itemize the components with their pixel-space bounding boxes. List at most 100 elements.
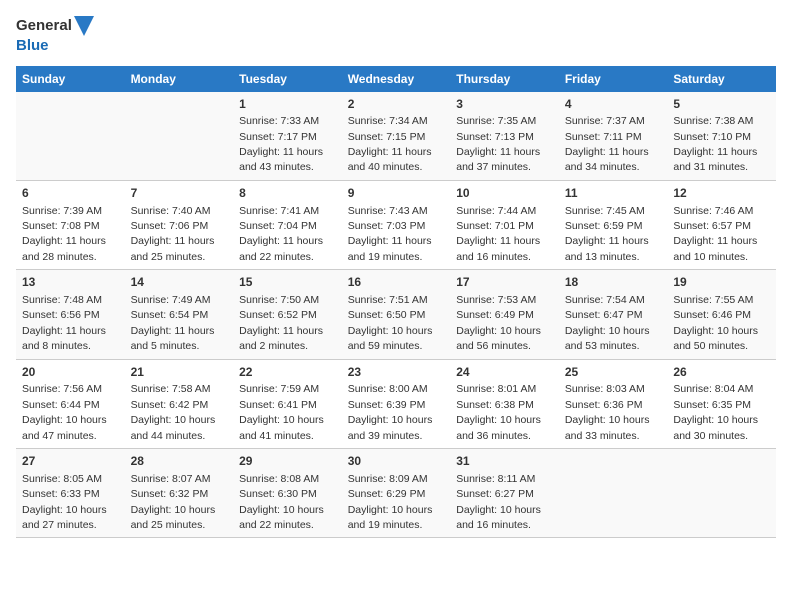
day-detail: Sunrise: 7:44 AM Sunset: 7:01 PM Dayligh…	[456, 205, 540, 263]
day-cell: 10 Sunrise: 7:44 AM Sunset: 7:01 PM Dayli…	[450, 180, 559, 269]
day-number: 21	[131, 364, 228, 381]
day-number: 18	[565, 274, 662, 291]
day-detail: Sunrise: 7:41 AM Sunset: 7:04 PM Dayligh…	[239, 205, 323, 263]
day-number: 30	[348, 453, 445, 470]
day-cell: 21 Sunrise: 7:58 AM Sunset: 6:42 PM Dayli…	[125, 359, 234, 448]
day-cell	[559, 448, 668, 537]
day-detail: Sunrise: 7:33 AM Sunset: 7:17 PM Dayligh…	[239, 115, 323, 173]
day-detail: Sunrise: 7:50 AM Sunset: 6:52 PM Dayligh…	[239, 294, 323, 352]
day-number: 3	[456, 96, 553, 113]
day-detail: Sunrise: 7:58 AM Sunset: 6:42 PM Dayligh…	[131, 383, 216, 441]
day-number: 24	[456, 364, 553, 381]
day-number: 22	[239, 364, 336, 381]
day-detail: Sunrise: 7:34 AM Sunset: 7:15 PM Dayligh…	[348, 115, 432, 173]
day-number: 6	[22, 185, 119, 202]
day-detail: Sunrise: 8:03 AM Sunset: 6:36 PM Dayligh…	[565, 383, 650, 441]
day-detail: Sunrise: 8:05 AM Sunset: 6:33 PM Dayligh…	[22, 473, 107, 531]
day-number: 12	[673, 185, 770, 202]
day-cell: 16Sunrise: 7:51 AM Sunset: 6:50 PM Dayli…	[342, 270, 451, 359]
week-row: 6 Sunrise: 7:39 AM Sunset: 7:08 PM Daylig…	[16, 180, 776, 269]
day-number: 20	[22, 364, 119, 381]
day-cell: 29Sunrise: 8:08 AM Sunset: 6:30 PM Dayli…	[233, 448, 342, 537]
header-row: SundayMondayTuesdayWednesdayThursdayFrid…	[16, 66, 776, 92]
day-detail: Sunrise: 7:54 AM Sunset: 6:47 PM Dayligh…	[565, 294, 650, 352]
day-cell: 7 Sunrise: 7:40 AM Sunset: 7:06 PM Daylig…	[125, 180, 234, 269]
header-friday: Friday	[559, 66, 668, 92]
day-cell: 15 Sunrise: 7:50 AM Sunset: 6:52 PM Dayli…	[233, 270, 342, 359]
day-cell: 19 Sunrise: 7:55 AM Sunset: 6:46 PM Dayli…	[667, 270, 776, 359]
day-number: 15	[239, 274, 336, 291]
day-number: 1	[239, 96, 336, 113]
week-row: 13 Sunrise: 7:48 AM Sunset: 6:56 PM Dayli…	[16, 270, 776, 359]
day-detail: Sunrise: 7:59 AM Sunset: 6:41 PM Dayligh…	[239, 383, 324, 441]
day-number: 25	[565, 364, 662, 381]
day-number: 9	[348, 185, 445, 202]
day-cell: 31Sunrise: 8:11 AM Sunset: 6:27 PM Dayli…	[450, 448, 559, 537]
header-thursday: Thursday	[450, 66, 559, 92]
day-cell: 12Sunrise: 7:46 AM Sunset: 6:57 PM Dayli…	[667, 180, 776, 269]
day-cell: 6 Sunrise: 7:39 AM Sunset: 7:08 PM Daylig…	[16, 180, 125, 269]
day-detail: Sunrise: 8:01 AM Sunset: 6:38 PM Dayligh…	[456, 383, 541, 441]
day-cell: 13 Sunrise: 7:48 AM Sunset: 6:56 PM Dayli…	[16, 270, 125, 359]
header-sunday: Sunday	[16, 66, 125, 92]
day-cell: 17Sunrise: 7:53 AM Sunset: 6:49 PM Dayli…	[450, 270, 559, 359]
header-tuesday: Tuesday	[233, 66, 342, 92]
day-detail: Sunrise: 8:00 AM Sunset: 6:39 PM Dayligh…	[348, 383, 433, 441]
day-cell: 3Sunrise: 7:35 AM Sunset: 7:13 PM Daylig…	[450, 92, 559, 181]
week-row: 20 Sunrise: 7:56 AM Sunset: 6:44 PM Dayli…	[16, 359, 776, 448]
day-number: 2	[348, 96, 445, 113]
day-detail: Sunrise: 7:53 AM Sunset: 6:49 PM Dayligh…	[456, 294, 541, 352]
week-row: 27 Sunrise: 8:05 AM Sunset: 6:33 PM Dayli…	[16, 448, 776, 537]
day-number: 7	[131, 185, 228, 202]
page-header: General Blue	[16, 16, 776, 56]
day-cell: 20 Sunrise: 7:56 AM Sunset: 6:44 PM Dayli…	[16, 359, 125, 448]
header-monday: Monday	[125, 66, 234, 92]
day-number: 28	[131, 453, 228, 470]
day-cell: 8Sunrise: 7:41 AM Sunset: 7:04 PM Daylig…	[233, 180, 342, 269]
day-number: 5	[673, 96, 770, 113]
logo-general-text: General	[16, 16, 72, 36]
day-cell	[667, 448, 776, 537]
day-number: 10	[456, 185, 553, 202]
day-cell: 28 Sunrise: 8:07 AM Sunset: 6:32 PM Dayli…	[125, 448, 234, 537]
day-cell: 18 Sunrise: 7:54 AM Sunset: 6:47 PM Dayli…	[559, 270, 668, 359]
logo: General Blue	[16, 16, 94, 56]
day-detail: Sunrise: 8:08 AM Sunset: 6:30 PM Dayligh…	[239, 473, 324, 531]
day-detail: Sunrise: 7:56 AM Sunset: 6:44 PM Dayligh…	[22, 383, 107, 441]
day-cell: 14 Sunrise: 7:49 AM Sunset: 6:54 PM Dayli…	[125, 270, 234, 359]
day-detail: Sunrise: 7:39 AM Sunset: 7:08 PM Dayligh…	[22, 205, 106, 263]
calendar-table: SundayMondayTuesdayWednesdayThursdayFrid…	[16, 66, 776, 539]
day-detail: Sunrise: 7:49 AM Sunset: 6:54 PM Dayligh…	[131, 294, 215, 352]
day-detail: Sunrise: 7:43 AM Sunset: 7:03 PM Dayligh…	[348, 205, 432, 263]
day-cell: 11Sunrise: 7:45 AM Sunset: 6:59 PM Dayli…	[559, 180, 668, 269]
day-cell: 23Sunrise: 8:00 AM Sunset: 6:39 PM Dayli…	[342, 359, 451, 448]
day-cell: 30 Sunrise: 8:09 AM Sunset: 6:29 PM Dayli…	[342, 448, 451, 537]
day-detail: Sunrise: 7:38 AM Sunset: 7:10 PM Dayligh…	[673, 115, 757, 173]
day-cell: 27 Sunrise: 8:05 AM Sunset: 6:33 PM Dayli…	[16, 448, 125, 537]
day-number: 14	[131, 274, 228, 291]
day-cell: 25 Sunrise: 8:03 AM Sunset: 6:36 PM Dayli…	[559, 359, 668, 448]
day-detail: Sunrise: 8:11 AM Sunset: 6:27 PM Dayligh…	[456, 473, 541, 531]
logo-triangle-icon	[74, 16, 94, 36]
day-detail: Sunrise: 8:07 AM Sunset: 6:32 PM Dayligh…	[131, 473, 216, 531]
day-cell: 1 Sunrise: 7:33 AM Sunset: 7:17 PM Daylig…	[233, 92, 342, 181]
header-wednesday: Wednesday	[342, 66, 451, 92]
day-number: 27	[22, 453, 119, 470]
day-number: 26	[673, 364, 770, 381]
header-saturday: Saturday	[667, 66, 776, 92]
day-cell: 22 Sunrise: 7:59 AM Sunset: 6:41 PM Dayli…	[233, 359, 342, 448]
day-number: 11	[565, 185, 662, 202]
day-detail: Sunrise: 7:40 AM Sunset: 7:06 PM Dayligh…	[131, 205, 215, 263]
day-detail: Sunrise: 7:48 AM Sunset: 6:56 PM Dayligh…	[22, 294, 106, 352]
day-cell	[125, 92, 234, 181]
week-row: 1 Sunrise: 7:33 AM Sunset: 7:17 PM Daylig…	[16, 92, 776, 181]
day-cell: 2 Sunrise: 7:34 AM Sunset: 7:15 PM Daylig…	[342, 92, 451, 181]
day-detail: Sunrise: 7:55 AM Sunset: 6:46 PM Dayligh…	[673, 294, 758, 352]
day-number: 16	[348, 274, 445, 291]
day-cell: 26Sunrise: 8:04 AM Sunset: 6:35 PM Dayli…	[667, 359, 776, 448]
day-number: 19	[673, 274, 770, 291]
logo-blue-text: Blue	[16, 36, 94, 56]
day-detail: Sunrise: 8:09 AM Sunset: 6:29 PM Dayligh…	[348, 473, 433, 531]
day-detail: Sunrise: 7:37 AM Sunset: 7:11 PM Dayligh…	[565, 115, 649, 173]
day-number: 13	[22, 274, 119, 291]
